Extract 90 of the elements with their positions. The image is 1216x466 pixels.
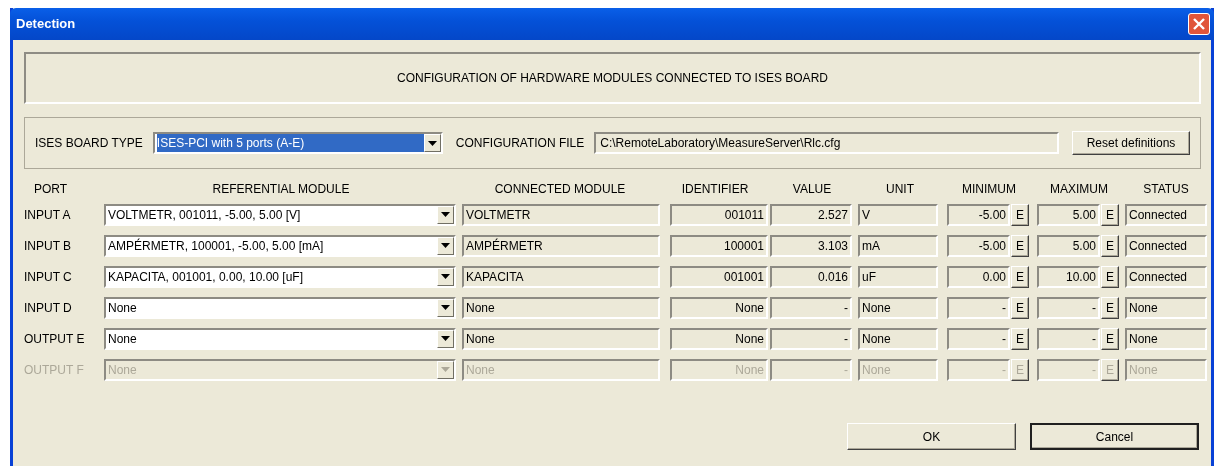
column-header: CONNECTED MODULE xyxy=(493,181,627,198)
unit-field: uF xyxy=(858,265,938,288)
identifier-field: None xyxy=(670,327,768,350)
value-field: - xyxy=(770,296,852,319)
edit-button[interactable]: E xyxy=(1011,265,1029,288)
dialog-button[interactable]: Cancel xyxy=(1030,423,1199,450)
status-field: Connected xyxy=(1125,203,1207,226)
column-header: MAXIMUM xyxy=(1049,181,1109,198)
status-field: Connected xyxy=(1125,265,1207,288)
connected-module-field: AMPÉRMETR xyxy=(462,234,660,257)
value-field: 0.016 xyxy=(770,265,852,288)
field-label: ISES BOARD TYPE xyxy=(35,135,143,152)
connected-module-field: None xyxy=(462,327,660,350)
column-header: MINIMUM xyxy=(961,181,1017,198)
edit-button[interactable]: E xyxy=(1101,265,1119,288)
dropdown[interactable]: None xyxy=(104,296,456,319)
window-title: Detection xyxy=(16,15,76,34)
reset-definitions-button[interactable]: Reset definitions xyxy=(1072,131,1190,155)
column-header: REFERENTIAL MODULE xyxy=(211,181,351,198)
connected-module-field: KAPACITA xyxy=(462,265,660,288)
dialog-button[interactable]: OK xyxy=(847,423,1016,450)
edit-button[interactable]: E xyxy=(1011,234,1029,257)
config-file-field[interactable]: C:\RemoteLaboratory\MeasureServer\Rlc.cfg xyxy=(594,132,1060,154)
value-field: - xyxy=(770,327,852,350)
edit-button[interactable]: E xyxy=(1011,296,1029,319)
value-field: - xyxy=(770,358,852,381)
dropdown[interactable]: ISES-PCI with 5 ports (A-E) xyxy=(152,132,443,154)
edit-button[interactable]: E xyxy=(1011,203,1029,226)
minimum-field: -5.00 xyxy=(947,234,1010,257)
dropdown-arrow-icon xyxy=(441,367,450,372)
maximum-field: 5.00 xyxy=(1037,234,1100,257)
maximum-field: - xyxy=(1037,358,1100,381)
minimum-field: - xyxy=(947,327,1010,350)
identifier-field: 001011 xyxy=(670,203,768,226)
close-button[interactable] xyxy=(1188,13,1210,35)
maximum-field: - xyxy=(1037,296,1100,319)
port-label: OUTPUT F xyxy=(24,361,85,379)
identifier-field: 100001 xyxy=(670,234,768,257)
connected-module-field: None xyxy=(462,358,660,381)
port-label: INPUT D xyxy=(24,299,73,317)
identifier-field: None xyxy=(670,358,768,381)
field-label: CONFIGURATION FILE xyxy=(455,135,585,152)
port-label: INPUT A xyxy=(24,206,72,224)
value-field: 2.527 xyxy=(770,203,852,226)
dropdown-arrow-icon xyxy=(441,274,450,279)
unit-field: None xyxy=(858,358,938,381)
dropdown-arrow-icon xyxy=(427,140,437,146)
dropdown-arrow-icon xyxy=(441,212,450,217)
column-header: IDENTIFIER xyxy=(680,181,750,198)
unit-field: None xyxy=(858,327,938,350)
close-icon xyxy=(1193,18,1205,30)
minimum-field: 0.00 xyxy=(947,265,1010,288)
minimum-field: - xyxy=(947,296,1010,319)
maximum-field: - xyxy=(1037,327,1100,350)
minimum-field: -5.00 xyxy=(947,203,1010,226)
port-label: INPUT B xyxy=(24,237,73,255)
dropdown[interactable]: None xyxy=(104,327,456,350)
column-header: STATUS xyxy=(1142,181,1190,198)
status-field: None xyxy=(1125,296,1207,319)
heading-text: CONFIGURATION OF HARDWARE MODULES CONNECTED TO ISES BOARD xyxy=(397,70,828,87)
unit-field: mA xyxy=(858,234,938,257)
dropdown[interactable]: AMPÉRMETR, 100001, -5.00, 5.00 [mA] xyxy=(104,234,456,257)
connected-module-field: None xyxy=(462,296,660,319)
value-field: 3.103 xyxy=(770,234,852,257)
status-field: None xyxy=(1125,327,1207,350)
column-header: PORT xyxy=(33,181,69,198)
identifier-field: None xyxy=(670,296,768,319)
dropdown[interactable]: VOLTMETR, 001011, -5.00, 5.00 [V] xyxy=(104,203,456,226)
edit-button[interactable]: E xyxy=(1101,234,1119,257)
column-header: UNIT xyxy=(885,181,915,198)
port-label: OUTPUT E xyxy=(24,330,86,348)
dropdown-arrow-icon xyxy=(441,336,450,341)
dropdown-arrow-icon xyxy=(441,243,450,248)
edit-button[interactable]: E xyxy=(1101,327,1119,350)
connected-module-field: VOLTMETR xyxy=(462,203,660,226)
edit-button[interactable]: E xyxy=(1011,327,1029,350)
unit-field: None xyxy=(858,296,938,319)
maximum-field: 10.00 xyxy=(1037,265,1100,288)
edit-button[interactable]: E xyxy=(1101,296,1119,319)
minimum-field: - xyxy=(947,358,1010,381)
edit-button[interactable]: E xyxy=(1101,203,1119,226)
maximum-field: 5.00 xyxy=(1037,203,1100,226)
dropdown[interactable]: KAPACITA, 001001, 0.00, 10.00 [uF] xyxy=(104,265,456,288)
status-field: Connected xyxy=(1125,234,1207,257)
dropdown-arrow-icon xyxy=(441,305,450,310)
port-label: INPUT C xyxy=(24,268,73,286)
identifier-field: 001001 xyxy=(670,265,768,288)
status-field: None xyxy=(1125,358,1207,381)
unit-field: V xyxy=(858,203,938,226)
column-header: VALUE xyxy=(791,181,833,198)
